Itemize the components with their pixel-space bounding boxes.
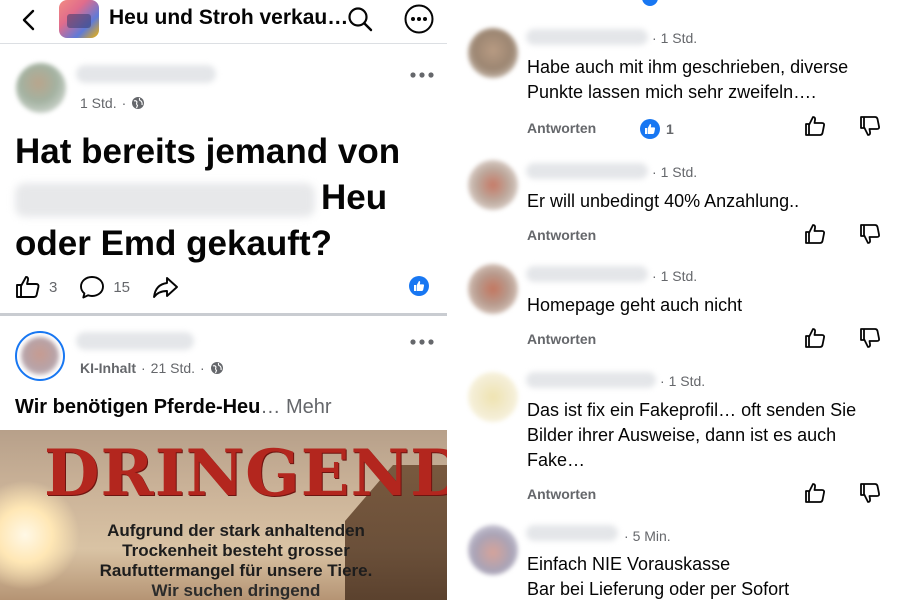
commenter-name-redacted [526,266,648,282]
commenter-name-redacted [526,163,648,179]
post-text: Wir benötigen Pferde-Heu… Mehr [15,396,332,418]
thumbs-up-icon [16,276,40,298]
group-title[interactable]: Heu und Stroh verkau… [109,6,348,30]
commenter-avatar-blurred[interactable] [468,28,518,78]
thumbs-down-icon[interactable] [859,115,881,137]
group-avatar[interactable] [59,0,99,38]
image-subtext: Aufgrund der stark anhaltenden Trockenhe… [99,521,373,600]
thumbs-down-icon[interactable] [859,223,881,245]
post-actions: 3 15 [15,275,202,299]
comment-button[interactable]: 15 [79,275,130,299]
reaction-count: 1 [666,121,674,137]
like-reaction-badge-icon [409,276,429,296]
post-time[interactable]: 1 Std. [80,95,117,111]
headline-line: Heu [15,175,435,221]
comment-text: Homepage geht auch nicht [527,295,743,315]
post-image[interactable]: DRINGEND Aufgrund der stark anhaltenden … [0,430,447,600]
post-headline: Hat bereits jemand von Heu oder Emd geka… [15,129,435,267]
thumbs-up-icon[interactable] [804,327,826,349]
commenter-avatar-blurred[interactable] [468,525,518,575]
thumbs-down-icon[interactable] [859,327,881,349]
comment-time: · 1 Std. [652,30,698,46]
image-headline: DRINGEND [44,436,447,511]
redacted-seller-name [15,182,315,217]
headline-line: oder Emd gekauft? [15,224,332,263]
comment-text: Habe auch mit ihm geschrieben, diverse P… [527,57,849,102]
commenter-name-redacted [526,372,656,388]
author-name-redacted [76,65,216,83]
comment-time: · 1 Std. [660,373,706,389]
thumbs-up-icon[interactable] [804,482,826,504]
globe-icon [210,362,223,374]
post-card: KI-Inhalt · 21 Std. · Wir benötigen Pfer… [0,316,447,600]
post-menu-icon[interactable] [409,71,435,79]
reply-button[interactable]: Antworten [527,486,596,502]
left-pane: Heu und Stroh verkau… 1 Std. · Hat berei… [0,0,447,600]
comments-pane: · 1 Std. Habe auch mit ihm geschrieben, … [452,0,900,600]
commenter-avatar-blurred[interactable] [468,372,518,422]
post-menu-icon[interactable] [409,338,435,346]
post-text-preview: Wir benötigen Pferde-Heu [15,396,261,418]
back-arrow-icon[interactable] [18,8,42,32]
commenter-avatar-blurred[interactable] [468,160,518,210]
see-more-link[interactable]: Mehr [286,396,332,418]
comment-count: 15 [113,278,131,296]
like-reaction-badge-icon [640,119,660,139]
post-meta: 1 Std. · [80,95,145,111]
more-options-icon[interactable] [404,4,434,34]
author-avatar-blurred[interactable] [16,63,66,113]
ai-content-label[interactable]: KI-Inhalt [80,360,136,376]
share-arrow-icon [153,277,178,298]
commenter-name-redacted [526,29,648,45]
author-name-redacted [76,332,194,350]
author-avatar-blurred[interactable] [21,337,59,375]
comment-text: Einfach NIE Vorauskasse Bar bei Lieferun… [527,554,790,599]
comment-time: · 5 Min. [624,528,671,544]
reply-button[interactable]: Antworten [527,331,596,347]
like-button[interactable]: 3 [15,275,57,299]
commenter-avatar-blurred[interactable] [468,264,518,314]
reaction-badge-partial [642,0,658,6]
post-card: 1 Std. · Hat bereits jemand von Heu oder… [0,45,447,313]
headline-line: Hat bereits jemand von [15,132,401,171]
search-icon[interactable] [347,6,373,32]
comment-time: · 1 Std. [652,164,698,180]
group-header: Heu und Stroh verkau… [0,0,447,44]
globe-icon [132,97,145,109]
post-time[interactable]: 21 Std. [151,360,195,376]
thumbs-up-icon[interactable] [804,223,826,245]
reply-button[interactable]: Antworten [527,227,596,243]
like-count: 3 [49,278,58,296]
thumbs-down-icon[interactable] [859,482,881,504]
comment-text: Das ist fix ein Fakeprofil… oft senden S… [527,400,857,470]
post-meta: KI-Inhalt · 21 Std. · [80,360,224,376]
comment-bubble-icon [80,276,105,299]
share-button[interactable] [152,275,180,299]
comment-reactions[interactable]: 1 [640,119,674,139]
thumbs-up-icon[interactable] [804,115,826,137]
commenter-name-redacted [526,525,618,541]
comment-time: · 1 Std. [652,268,698,284]
reply-button[interactable]: Antworten [527,120,596,136]
comment-text: Er will unbedingt 40% Anzahlung.. [527,191,800,211]
